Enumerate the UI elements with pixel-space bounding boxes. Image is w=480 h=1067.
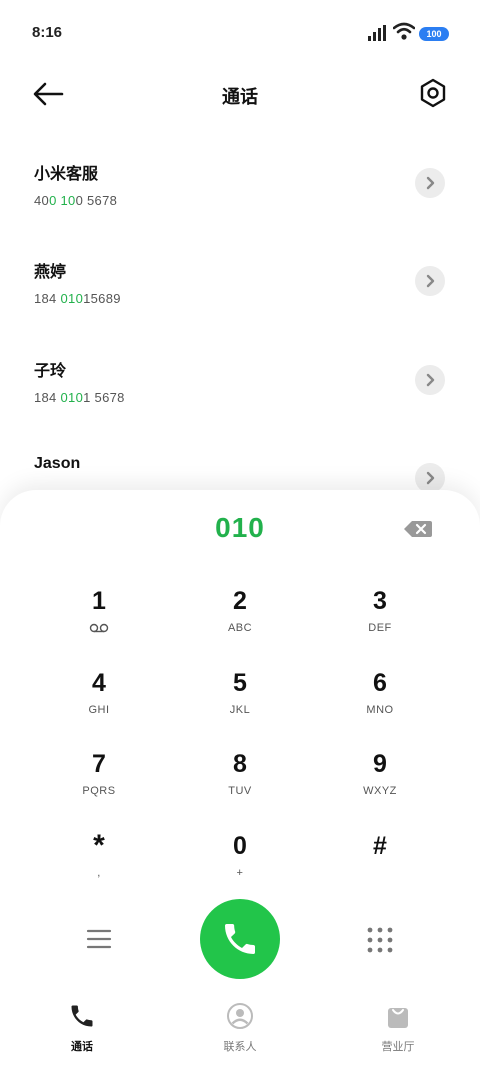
dialer-actions [0,898,480,980]
contact-number: 184 01015689 [34,291,121,306]
voicemail-icon [89,623,109,633]
number-part: 5678 [83,193,118,208]
key-letters: JKL [229,704,251,716]
key-digit: 7 [92,750,106,778]
key-digit: 5 [233,669,247,697]
key-digit: 0 [233,832,247,860]
key-letters: , [97,867,101,879]
person-icon [227,1003,253,1029]
number-match: 10 [60,193,76,208]
tab-label: 通话 [71,1041,93,1053]
tab-label: 营业厅 [381,1041,415,1053]
key-1[interactable]: 1 [39,586,159,656]
signal-icon [368,25,386,41]
bag-icon [388,1008,408,1028]
key-6[interactable]: 6 MNO [320,668,440,738]
key-7[interactable]: 7 PQRS [39,749,159,819]
key-digit: 4 [92,669,106,697]
phone-icon [225,924,255,954]
chevron-right-icon [426,176,435,190]
phone-icon [71,1005,93,1027]
contact-item[interactable]: 燕婷 184 01015689 [0,238,480,336]
page-title: 通话 [222,87,258,107]
backspace-icon[interactable] [403,519,433,539]
number-part: 40 [34,193,50,208]
key-2[interactable]: 2 ABC [180,586,300,656]
key-digit: 3 [373,587,387,615]
contact-number: 184 0101 5678 [34,390,125,405]
contact-item[interactable]: 小米客服 400 100 5678 [0,140,480,238]
contact-name: 小米客服 [34,166,99,183]
status-time: 8:16 [32,24,63,41]
contact-detail-button[interactable] [415,365,445,395]
key-4[interactable]: 4 GHI [39,668,159,738]
tab-service-hall[interactable]: 营业厅 [338,1002,458,1054]
chevron-right-icon [426,471,435,485]
wifi-icon [393,22,415,40]
key-letters: WXYZ [363,785,397,797]
number-part: 184 [34,291,61,306]
key-digit: 9 [373,750,387,778]
tab-label: 联系人 [223,1041,257,1053]
chevron-right-icon [426,373,435,387]
number-part: 1 5678 [83,390,125,405]
number-part: 15689 [83,291,121,306]
contact-number: 400 100 5678 [34,193,117,208]
key-digit: 2 [233,587,247,615]
number-part: 184 [34,390,61,405]
bottom-tab-bar: 通话 联系人 营业厅 [0,998,480,1067]
contact-detail-button[interactable] [415,168,445,198]
number-match: 010 [60,291,84,306]
key-letters: ABC [227,622,253,634]
tab-contacts[interactable]: 联系人 [180,1002,300,1054]
number-part: 0 [75,193,84,208]
status-bar: 8:16 100 [0,0,480,66]
number-match: 0 [49,193,57,208]
number-match: 010 [60,390,84,405]
key-star[interactable]: * , [39,831,159,901]
key-digit: # [373,832,387,860]
chevron-right-icon [426,274,435,288]
contact-name: Jason [34,455,81,472]
key-letters: GHI [88,704,110,716]
key-letters: DEF [368,622,392,634]
key-digit: 6 [373,669,387,697]
header: 通话 [0,66,480,122]
contact-name: 燕婷 [34,264,67,281]
key-hash[interactable]: # [320,831,440,901]
key-0[interactable]: 0 + [180,831,300,901]
key-digit: 8 [233,750,247,778]
keypad-grid-icon[interactable] [366,926,394,954]
key-5[interactable]: 5 JKL [180,668,300,738]
contact-name: 子玲 [34,363,67,380]
tab-calls[interactable]: 通话 [22,1002,142,1054]
key-letters: PQRS [82,785,116,797]
contact-item[interactable]: 子玲 184 0101 5678 [0,337,480,435]
key-9[interactable]: 9 WXYZ [320,749,440,819]
battery-badge: 100 [419,27,449,41]
key-digit: * [93,829,105,862]
key-3[interactable]: 3 DEF [320,586,440,656]
key-digit: 1 [92,587,106,615]
call-button[interactable] [200,899,280,979]
contact-detail-button[interactable] [415,463,445,493]
dialpad-panel: 010 1 2 ABC 3 DEF 4 GHI 5 JKL 6 MNO 7 PQ… [0,490,480,1067]
key-letters: + [236,867,244,879]
key-letters: MNO [366,704,394,716]
key-8[interactable]: 8 TUV [180,749,300,819]
contact-detail-button[interactable] [415,266,445,296]
menu-icon[interactable] [86,928,112,950]
settings-hexagon-icon[interactable] [418,78,448,108]
key-letters: TUV [228,785,252,797]
